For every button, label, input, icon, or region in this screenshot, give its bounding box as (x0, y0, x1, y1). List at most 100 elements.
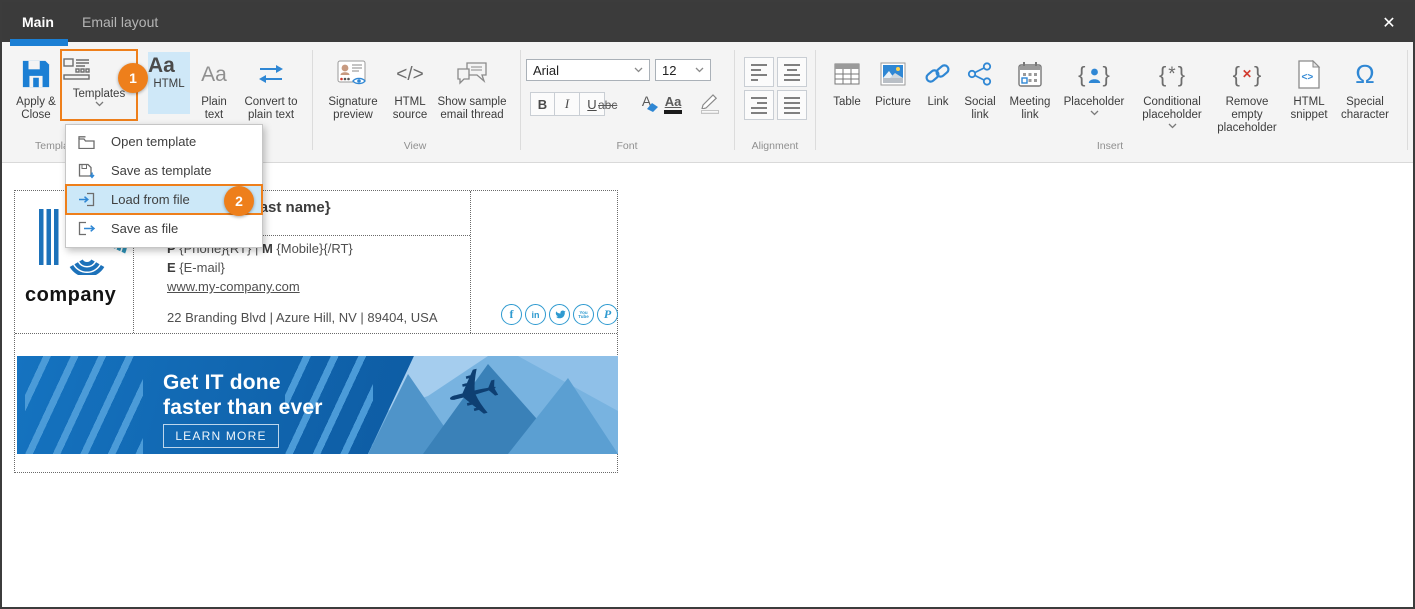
font-color-button[interactable]: Aa (664, 94, 682, 114)
insert-placeholder-button[interactable]: { } Placeholder (1060, 54, 1128, 116)
load-from-file-icon (78, 192, 100, 207)
highlight-pen-button[interactable] (700, 92, 720, 114)
convert-to-plain-text-button[interactable]: Convert to plain text (238, 54, 304, 122)
menu-item-label: Save as file (111, 221, 178, 236)
plain-text-aa-icon: Aa (193, 54, 235, 94)
person-icon (1088, 68, 1101, 83)
table-cell-border (470, 191, 471, 333)
social-icons-row: f in You Tube P (501, 304, 618, 325)
font-family-select[interactable]: Arial (526, 59, 650, 81)
justify-button[interactable] (777, 90, 807, 120)
chevron-down-icon (1090, 110, 1099, 116)
brace-open-glyph: { (1078, 68, 1085, 81)
signature-preview-label: Signature preview (320, 96, 386, 122)
close-icon[interactable]: ✕ (1379, 13, 1399, 33)
banner-headline: Get IT done faster than ever (163, 370, 323, 420)
linkedin-icon[interactable]: in (525, 304, 546, 325)
mobile-value: {Mobile}{/RT} (273, 241, 353, 256)
align-left-button[interactable] (744, 57, 774, 87)
html-aa-icon: Aa (148, 54, 190, 78)
apply-and-close-button[interactable]: Apply & Close (10, 54, 62, 122)
youtube-icon[interactable]: You Tube (573, 304, 594, 325)
convert-arrows-icon (238, 54, 304, 94)
table-label: Table (828, 96, 866, 109)
picture-icon (870, 54, 916, 94)
chevron-down-icon (1168, 123, 1177, 129)
font-family-value: Arial (533, 63, 559, 78)
youtube-glyph: You Tube (578, 311, 588, 319)
pinterest-icon[interactable]: P (597, 304, 618, 325)
tab-email-layout[interactable]: Email layout (82, 14, 158, 30)
group-divider (520, 50, 521, 150)
social-link-label: Social link (958, 96, 1002, 122)
show-sample-email-thread-label: Show sample email thread (432, 96, 512, 122)
insert-social-link-button[interactable]: Social link (958, 54, 1002, 122)
pinterest-glyph: P (604, 307, 611, 322)
html-source-button[interactable]: </> HTML source (388, 54, 432, 122)
html-mode-button[interactable]: Aa HTML (148, 52, 190, 114)
menu-item-save-as-template[interactable]: Save as template (66, 156, 262, 185)
insert-meeting-link-button[interactable]: Meeting link (1004, 54, 1056, 122)
group-label-font: Font (607, 140, 647, 152)
font-size-select[interactable]: 12 (655, 59, 711, 81)
italic-button[interactable]: I (555, 92, 580, 116)
omega-icon: Ω (1336, 54, 1394, 94)
insert-html-snippet-button[interactable]: <> HTML snippet (1284, 54, 1334, 122)
brace-open-glyph: { (1159, 68, 1166, 81)
menu-item-save-as-file[interactable]: Save as file (66, 214, 262, 243)
html-source-label: HTML source (388, 96, 432, 122)
convert-to-plain-text-label: Convert to plain text (238, 96, 304, 122)
font-color-swatch (664, 110, 682, 114)
plain-text-mode-button[interactable]: Aa Plain text (193, 54, 235, 122)
signature-preview-button[interactable]: Signature preview (320, 54, 386, 122)
align-center-button[interactable] (777, 57, 807, 87)
picture-label: Picture (870, 96, 916, 109)
strikethrough-glyph: abc (598, 98, 617, 112)
bold-button[interactable]: B (530, 92, 555, 116)
group-label-view: View (395, 140, 435, 152)
font-size-value: 12 (662, 63, 676, 78)
group-divider (1407, 50, 1408, 150)
active-tab-indicator (10, 39, 68, 46)
save-as-template-icon (78, 163, 100, 179)
conditional-placeholder-icon: { * } (1132, 54, 1212, 94)
placeholder-label: Placeholder (1060, 96, 1128, 109)
tab-main[interactable]: Main (22, 14, 54, 30)
insert-conditional-placeholder-button[interactable]: { * } Conditional placeholder (1132, 54, 1212, 129)
mobile-label: M (262, 241, 273, 256)
pencil-icon (700, 92, 720, 109)
align-right-button[interactable] (744, 90, 774, 120)
strikethrough-button[interactable]: abc (598, 98, 617, 112)
facebook-icon[interactable]: f (501, 304, 522, 325)
website-link[interactable]: www.my-company.com (167, 277, 353, 296)
omega-glyph: Ω (1355, 68, 1374, 81)
learn-more-button[interactable]: LEARN MORE (163, 424, 279, 448)
table-icon (828, 54, 866, 94)
save-icon (10, 54, 62, 94)
insert-special-character-button[interactable]: Ω Special character (1336, 54, 1394, 122)
linkedin-glyph: in (532, 310, 540, 320)
eraser-icon (646, 102, 659, 112)
social-link-icon (958, 54, 1002, 94)
promo-banner[interactable]: ✈ Get IT done faster than ever LEARN MOR… (17, 356, 618, 454)
remove-empty-placeholder-icon: { ✕ } (1214, 54, 1280, 94)
insert-table-button[interactable]: Table (828, 54, 866, 109)
clear-formatting-button[interactable]: A (634, 93, 659, 112)
link-label: Link (920, 96, 956, 109)
chevron-down-icon (634, 67, 643, 73)
email-label: E (167, 260, 176, 275)
plain-text-label: Plain text (193, 96, 235, 122)
show-sample-email-thread-button[interactable]: Show sample email thread (432, 54, 512, 122)
html-snippet-icon: <> (1284, 54, 1334, 94)
insert-picture-button[interactable]: Picture (870, 54, 916, 109)
menu-item-open-template[interactable]: Open template (66, 127, 262, 156)
twitter-icon[interactable] (549, 304, 570, 325)
brace-close-glyph: } (1254, 68, 1261, 81)
chevron-down-icon (95, 101, 104, 107)
special-character-label: Special character (1336, 96, 1394, 122)
remove-empty-placeholder-button[interactable]: { ✕ } Remove empty placeholder (1214, 54, 1280, 135)
asterisk-glyph: * (1168, 68, 1175, 81)
meeting-link-label: Meeting link (1004, 96, 1056, 122)
highlight-color-swatch (701, 110, 719, 114)
insert-link-button[interactable]: Link (920, 54, 956, 109)
